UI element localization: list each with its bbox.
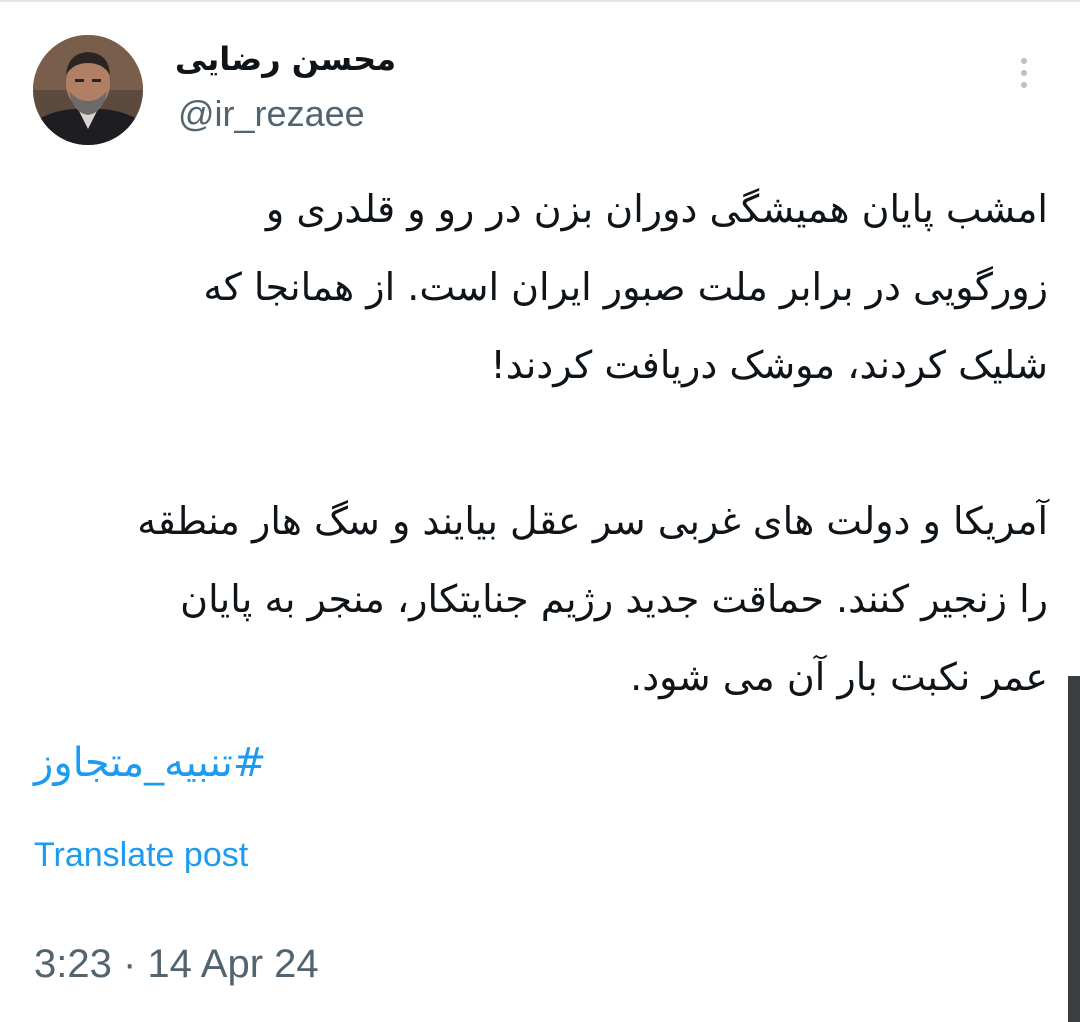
tweet-line: شلیک کردند، موشک دریافت کردند!	[490, 343, 1048, 387]
tweet-page: محسن رضایی @ir_rezaee امشب پایان همیشگی …	[0, 0, 1080, 1022]
tweet-line: امشب پایان همیشگی دوران بزن در رو و قلدر…	[265, 187, 1048, 231]
more-vertical-icon[interactable]	[1008, 58, 1040, 98]
tweet-text: امشب پایان همیشگی دوران بزن در رو و قلدر…	[30, 170, 1048, 716]
scrollbar[interactable]	[1068, 676, 1080, 1022]
tweet-line: عمر نکبت بار آن می شود.	[630, 655, 1048, 699]
avatar-photo	[33, 35, 143, 145]
top-divider	[0, 0, 1080, 2]
hashtag-link[interactable]: #تنبیه_متجاوز	[34, 740, 266, 786]
tweet-timestamp[interactable]: 3:23 · 14 Apr 24	[34, 942, 319, 987]
tweet-line: آمریکا و دولت های غربی سر عقل بیایند و س…	[137, 499, 1048, 543]
tweet-line: را زنجیر کنند. حماقت جدید رژیم جنایتکار،…	[180, 577, 1048, 621]
tweet-line: زورگویی در برابر ملت صبور ایران است. از …	[203, 265, 1048, 309]
author-handle[interactable]: @ir_rezaee	[178, 93, 365, 135]
translate-post-link[interactable]: Translate post	[34, 836, 248, 875]
author-display-name[interactable]: محسن رضایی	[175, 40, 396, 78]
avatar[interactable]	[33, 35, 143, 145]
